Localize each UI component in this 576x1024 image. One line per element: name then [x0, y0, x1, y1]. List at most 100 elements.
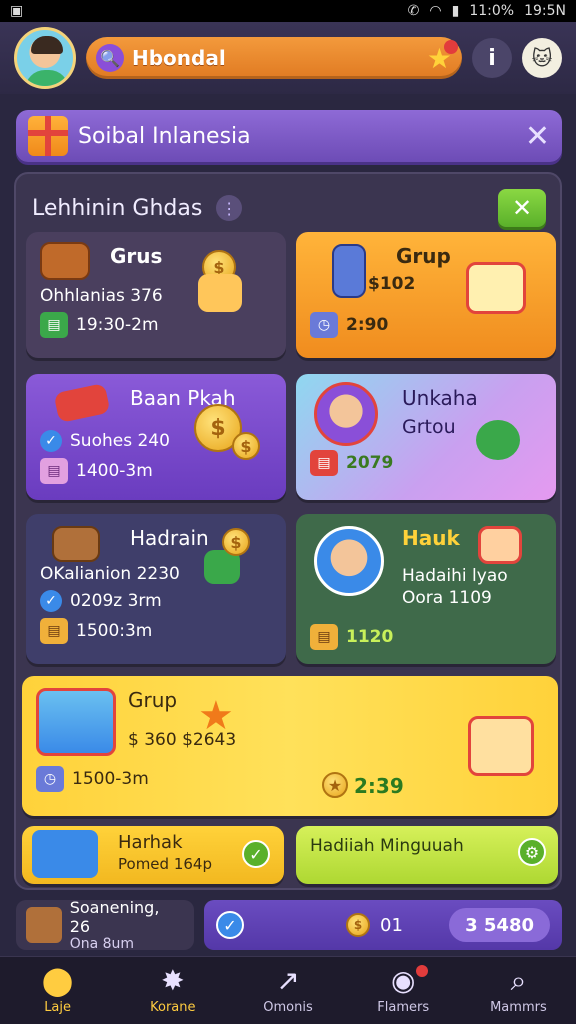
- cheese-block-icon: [198, 274, 242, 312]
- machine-icon: [332, 244, 366, 298]
- group-card-6[interactable]: Hauk Hadaihi lyao Oora 1109 ▤ 1120: [296, 514, 556, 664]
- summary-title: Soanening, 26: [69, 898, 160, 936]
- mascot-button[interactable]: 🐱: [522, 38, 562, 78]
- location-pin-icon: ⬤: [41, 964, 74, 997]
- group-card-5[interactable]: Hadrain OKalianion 2230 ✓ 0209z 3rm ▤ 15…: [26, 514, 286, 664]
- summary-right[interactable]: ✓ $ 01 3 5480: [204, 900, 562, 950]
- check-icon: ✓: [40, 430, 62, 452]
- coin-icon: $: [232, 432, 260, 460]
- card-time-text: 2:90: [346, 315, 389, 335]
- group-card-4[interactable]: Unkaha Grtou ▤ 2079: [296, 374, 556, 500]
- card-line: Grtou: [402, 416, 456, 438]
- panel-close-button[interactable]: ✕: [498, 189, 546, 227]
- search-icon: ⌕: [510, 964, 527, 997]
- card-time-text: 1400-3m: [76, 461, 153, 481]
- check-icon: ✓: [40, 590, 62, 612]
- gift-box-icon: [478, 526, 522, 564]
- clock-text: 19:5N: [524, 3, 566, 19]
- status-bar: ▣ ✆ ◠ ▮ 11:0% 19:5N: [0, 0, 576, 22]
- groups-panel: Lehhinin Ghdas ⋮ ✕ Grus Ohhlanias 376 ▤ …: [14, 172, 562, 890]
- nav-label: Mammrs: [490, 1000, 547, 1015]
- nav-item-mammrs[interactable]: ⌕ Mammrs: [461, 957, 576, 1024]
- card-line-text: 0209z 3rm: [70, 591, 162, 611]
- group-card-3[interactable]: Baan Pkah ✓ Suohes 240 ▤ 1400-3m $ $: [26, 374, 286, 500]
- wifi-icon: ◠: [429, 3, 442, 19]
- player-avatar[interactable]: [14, 27, 76, 89]
- card-time-text: 19:30-2m: [76, 315, 159, 335]
- calendar-icon: ▤: [40, 312, 68, 338]
- player-name: Hbondal: [132, 46, 226, 70]
- nav-label: Omonis: [263, 1000, 313, 1015]
- card-title: Hadiiah Minguuah: [310, 836, 464, 856]
- star-icon[interactable]: ★: [427, 39, 458, 75]
- group-card-small-right[interactable]: Hadiiah Minguuah ⚙: [296, 826, 558, 884]
- group-card-small-left[interactable]: Harhak Pomed 164p ✓: [22, 826, 284, 884]
- check-icon: ✓: [216, 911, 244, 939]
- cat-icon: 🐱: [531, 46, 553, 70]
- coin-icon: $: [346, 913, 370, 937]
- more-options-icon[interactable]: ⋮: [216, 195, 243, 221]
- top-bar: 🔍 Hbondal ★ i 🐱: [0, 22, 576, 94]
- nav-label: Laje: [44, 1000, 72, 1015]
- coin-icon: ★: [322, 772, 348, 798]
- signal-icon: ▮: [451, 3, 460, 19]
- check-icon[interactable]: ✓: [242, 840, 270, 868]
- gift-box-icon: [466, 262, 526, 314]
- group-card-featured[interactable]: Grup $ 360 $2643 ◷ 1500-3m ★ ★ 2:39: [22, 676, 558, 816]
- settings-gear-icon[interactable]: ⚙: [518, 838, 546, 866]
- info-icon: i: [488, 45, 496, 71]
- crate-icon: [26, 907, 62, 943]
- bottom-summary-row: Soanening, 26 Ona 8um ✓ $ 01 3 5480: [16, 898, 562, 952]
- card-time-text: 1120: [346, 627, 394, 647]
- calendar-icon: ▤: [40, 618, 68, 644]
- calendar-icon: ▤: [310, 624, 338, 650]
- panel-header: Lehhinin Ghdas ⋮ ✕: [32, 186, 546, 230]
- nav-label: Flamers: [377, 1000, 430, 1015]
- nav-item-omonis[interactable]: ↗ Omonis: [230, 957, 345, 1024]
- panel-title: Lehhinin Ghdas: [32, 195, 203, 221]
- nav-label: Korane: [150, 1000, 196, 1015]
- info-button[interactable]: i: [472, 38, 512, 78]
- card-time: ▤ 1400-3m: [40, 458, 272, 484]
- app-notification-icon: ▣: [10, 3, 24, 19]
- nav-item-korane[interactable]: ✸ Korane: [115, 957, 230, 1024]
- nav-item-flamers[interactable]: ◉ Flamers: [346, 957, 461, 1024]
- banner-close-icon[interactable]: ✕: [525, 119, 550, 154]
- card-title: Baan Pkah: [130, 386, 236, 410]
- summary-left[interactable]: Soanening, 26 Ona 8um: [16, 898, 194, 952]
- card-reward-value: 2:39: [354, 774, 404, 798]
- nav-item-laje[interactable]: ⬤ Laje: [0, 957, 115, 1024]
- card-line-text: Suohes 240: [70, 431, 170, 451]
- character-portrait: [314, 526, 384, 596]
- clock-icon: ◷: [36, 766, 64, 792]
- gift-icon: [28, 116, 68, 156]
- ticket-icon: [53, 382, 111, 424]
- player-name-pill[interactable]: 🔍 Hbondal ★: [86, 37, 462, 79]
- chart-icon: ↗: [276, 964, 300, 997]
- currency-pill[interactable]: 3 5480: [449, 908, 550, 942]
- card-time-text: 2079: [346, 453, 394, 473]
- card-title: Grup: [128, 688, 178, 712]
- search-icon[interactable]: 🔍: [96, 44, 124, 72]
- bottom-nav: ⬤ Laje ✸ Korane ↗ Omonis ◉ Flamers ⌕ Mam…: [0, 956, 576, 1024]
- card-title: Hadrain: [130, 526, 209, 550]
- card-time: ▤ 1120: [310, 624, 542, 650]
- notification-dot: [415, 965, 428, 977]
- event-banner[interactable]: Soibal Inlanesia ✕: [16, 110, 562, 162]
- notification-dot: [444, 39, 458, 54]
- group-card-2[interactable]: Grup $102 ◷ 2:90: [296, 232, 556, 358]
- gift-box-icon: [468, 716, 534, 776]
- wooden-box-icon: [52, 526, 100, 562]
- card-time: ◷ 2:90: [310, 312, 542, 338]
- group-card-1[interactable]: Grus Ohhlanias 376 ▤ 19:30-2m $: [26, 232, 286, 358]
- card-line: Oora 1109: [402, 588, 492, 608]
- card-line: Hadaihi lyao: [402, 566, 508, 586]
- star-icon: ★: [198, 693, 234, 739]
- hammer-chest-icon: [36, 688, 116, 756]
- card-time: ▤ 19:30-2m: [40, 312, 272, 338]
- card-title: Unkaha: [402, 386, 478, 410]
- treasure-chest-icon: [40, 242, 90, 280]
- star-badge-icon: ✸: [161, 964, 185, 997]
- summary-subtitle: Ona 8um: [69, 936, 135, 952]
- card-title: Grus: [110, 244, 163, 268]
